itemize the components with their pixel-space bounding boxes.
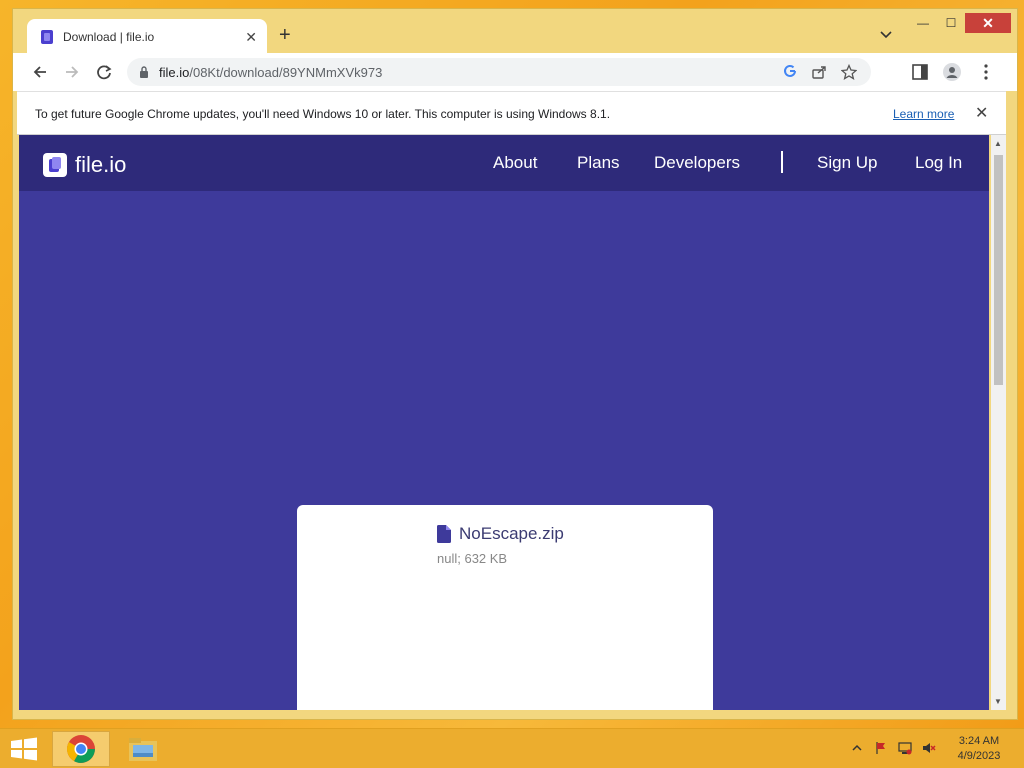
nav-plans[interactable]: Plans — [577, 153, 620, 173]
nav-divider — [781, 151, 783, 173]
bookmark-star-icon[interactable] — [841, 64, 857, 80]
fileio-favicon-icon — [41, 30, 53, 44]
scroll-down-arrow-icon[interactable]: ▼ — [994, 697, 1002, 706]
nav-sign-up[interactable]: Sign Up — [817, 153, 877, 173]
window-controls: — ☐ ✕ — [909, 13, 1011, 35]
taskbar-chrome[interactable] — [52, 731, 110, 767]
browser-toolbar: file.io/08Kt/download/89YNMmXVk973 — [13, 53, 1017, 91]
nav-about[interactable]: About — [493, 153, 537, 173]
nav-developers[interactable]: Developers — [654, 153, 740, 173]
action-center-flag-icon[interactable] — [874, 741, 888, 755]
taskbar-clock[interactable]: 3:24 AM 4/9/2023 — [952, 734, 1006, 764]
site-logo[interactable]: file.io — [43, 152, 126, 178]
back-arrow-icon[interactable] — [31, 63, 49, 81]
file-explorer-icon — [129, 738, 157, 761]
page-content: file.io About Plans Developers Sign Up L… — [19, 135, 989, 710]
chrome-icon — [67, 735, 95, 763]
volume-muted-icon[interactable] — [922, 741, 936, 755]
tab-title: Download | file.io — [63, 30, 155, 44]
url-host: file.io — [159, 64, 190, 80]
tab-search-chevron-icon[interactable] — [879, 27, 893, 41]
file-meta: null; 632 KB — [437, 551, 508, 566]
maximize-button[interactable]: ☐ — [937, 13, 965, 33]
scroll-up-arrow-icon[interactable]: ▲ — [994, 139, 1002, 148]
clock-time: 3:24 AM — [958, 735, 1000, 747]
file-card: NoEscape.zip null; 632 KB — [297, 505, 713, 710]
new-tab-button[interactable]: + — [279, 25, 291, 45]
lock-icon[interactable] — [139, 66, 149, 78]
windows-start-icon[interactable] — [10, 737, 38, 761]
omnibox-actions — [783, 64, 857, 80]
infobar-close-icon[interactable]: ✕ — [975, 103, 988, 123]
nav-log-in[interactable]: Log In — [915, 153, 962, 173]
tab-close-icon[interactable]: ✕ — [245, 29, 257, 46]
taskbar-file-explorer[interactable] — [114, 731, 172, 767]
title-bar: Download | file.io ✕ + — ☐ ✕ — [13, 9, 1017, 55]
share-icon[interactable] — [811, 64, 827, 80]
minimize-button[interactable]: — — [909, 13, 937, 33]
page-scrollbar[interactable]: ▲ ▼ — [991, 135, 1006, 710]
site-header: file.io About Plans Developers Sign Up L… — [19, 135, 989, 191]
forward-arrow-icon[interactable] — [63, 63, 81, 81]
system-tray — [850, 741, 936, 755]
url-text[interactable]: file.io/08Kt/download/89YNMmXVk973 — [159, 65, 382, 80]
show-hidden-icons-icon[interactable] — [850, 741, 864, 755]
side-panel-icon[interactable] — [911, 63, 929, 81]
logo-text: file.io — [75, 152, 127, 177]
infobar-message: To get future Google Chrome updates, you… — [35, 107, 611, 121]
file-name[interactable]: NoEscape.zip — [459, 524, 564, 544]
reload-icon[interactable] — [95, 63, 113, 81]
kebab-menu-icon[interactable] — [977, 63, 995, 81]
network-icon[interactable] — [898, 741, 912, 755]
tab-download[interactable]: Download | file.io ✕ — [27, 19, 267, 55]
close-window-button[interactable]: ✕ — [965, 13, 1011, 33]
profile-avatar-icon[interactable] — [943, 63, 961, 81]
learn-more-link[interactable]: Learn more — [893, 107, 954, 121]
taskbar: 3:24 AM 4/9/2023 — [0, 728, 1024, 768]
browser-window: Download | file.io ✕ + — ☐ ✕ file.io/08K… — [12, 8, 1018, 720]
scroll-thumb[interactable] — [994, 155, 1003, 385]
fileio-logo-icon — [43, 153, 67, 177]
clock-date: 4/9/2023 — [957, 750, 1001, 762]
google-icon[interactable] — [783, 64, 797, 78]
address-bar[interactable]: file.io/08Kt/download/89YNMmXVk973 — [127, 58, 871, 86]
file-icon — [437, 525, 451, 543]
update-infobar: To get future Google Chrome updates, you… — [17, 91, 1006, 135]
url-path: /08Kt/download/89YNMmXVk973 — [189, 64, 383, 80]
